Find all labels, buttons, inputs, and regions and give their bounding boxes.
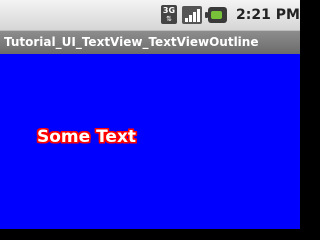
battery-icon <box>205 7 227 23</box>
status-clock: 2:21 PM <box>236 7 300 23</box>
app-title: Tutorial_UI_TextView_TextViewOutline <box>4 35 259 49</box>
outlined-text-view: Some Text <box>37 127 137 147</box>
network-type-label: 3G <box>162 6 176 15</box>
device-screen: 3G ⇅ 2:21 PM Tutorial_UI_TextView_TextVi… <box>0 0 300 229</box>
network-arrows-icon: ⇅ <box>166 15 172 23</box>
status-bar: 3G ⇅ 2:21 PM <box>0 0 300 31</box>
network-3g-icon: 3G ⇅ <box>161 5 177 24</box>
content-area: Some Text <box>0 54 300 229</box>
signal-strength-icon <box>182 6 202 24</box>
app-title-bar: Tutorial_UI_TextView_TextViewOutline <box>0 31 300 54</box>
